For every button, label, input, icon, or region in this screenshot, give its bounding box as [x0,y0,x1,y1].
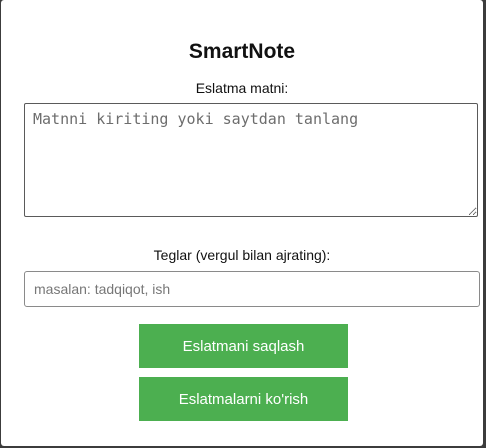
smartnote-popup: SmartNote Eslatma matni: Teglar (vergul … [1,0,483,446]
view-notes-button[interactable]: Eslatmalarni ko'rish [139,377,348,421]
tags-label: Teglar (vergul bilan ajrating): [153,247,331,263]
save-note-button[interactable]: Eslatmani saqlash [139,324,348,368]
note-textarea[interactable] [24,103,478,217]
app-title: SmartNote [188,40,296,63]
note-label: Eslatma matni: [195,80,289,96]
tags-input[interactable] [24,271,480,307]
